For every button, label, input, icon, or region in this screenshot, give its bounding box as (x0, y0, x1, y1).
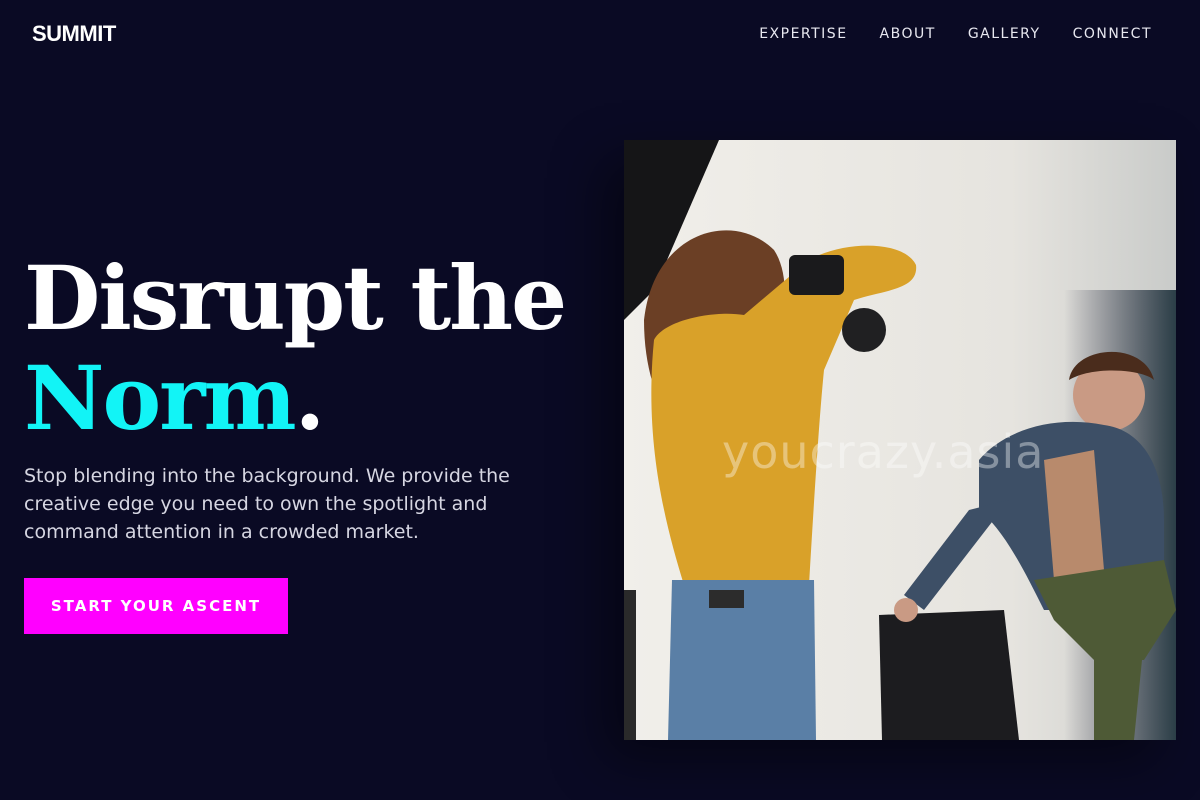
nav-link-expertise[interactable]: EXPERTISE (759, 24, 847, 44)
headline-accent-word: Norm (24, 346, 297, 450)
nav-link-about[interactable]: ABOUT (880, 24, 936, 44)
landing-page: SUMMIT EXPERTISE ABOUT GALLERY CONNECT D… (0, 0, 1200, 800)
start-ascent-button[interactable]: START YOUR ASCENT (24, 578, 288, 634)
hero-photo: youcrazy.asia (624, 140, 1176, 740)
headline-line-1: Disrupt the (24, 246, 567, 350)
hero-subtitle: Stop blending into the background. We pr… (24, 465, 510, 543)
nav-link-connect[interactable]: CONNECT (1073, 24, 1152, 44)
image-watermark: youcrazy.asia (722, 425, 1045, 479)
headline-line-2: Norm. (24, 348, 565, 448)
hero-headline: Disrupt the Norm. (24, 246, 567, 448)
main-nav: EXPERTISE ABOUT GALLERY CONNECT (759, 24, 1152, 44)
nav-link-gallery[interactable]: GALLERY (968, 24, 1041, 44)
headline-period: . (294, 346, 326, 450)
logo[interactable]: SUMMIT (32, 21, 116, 47)
